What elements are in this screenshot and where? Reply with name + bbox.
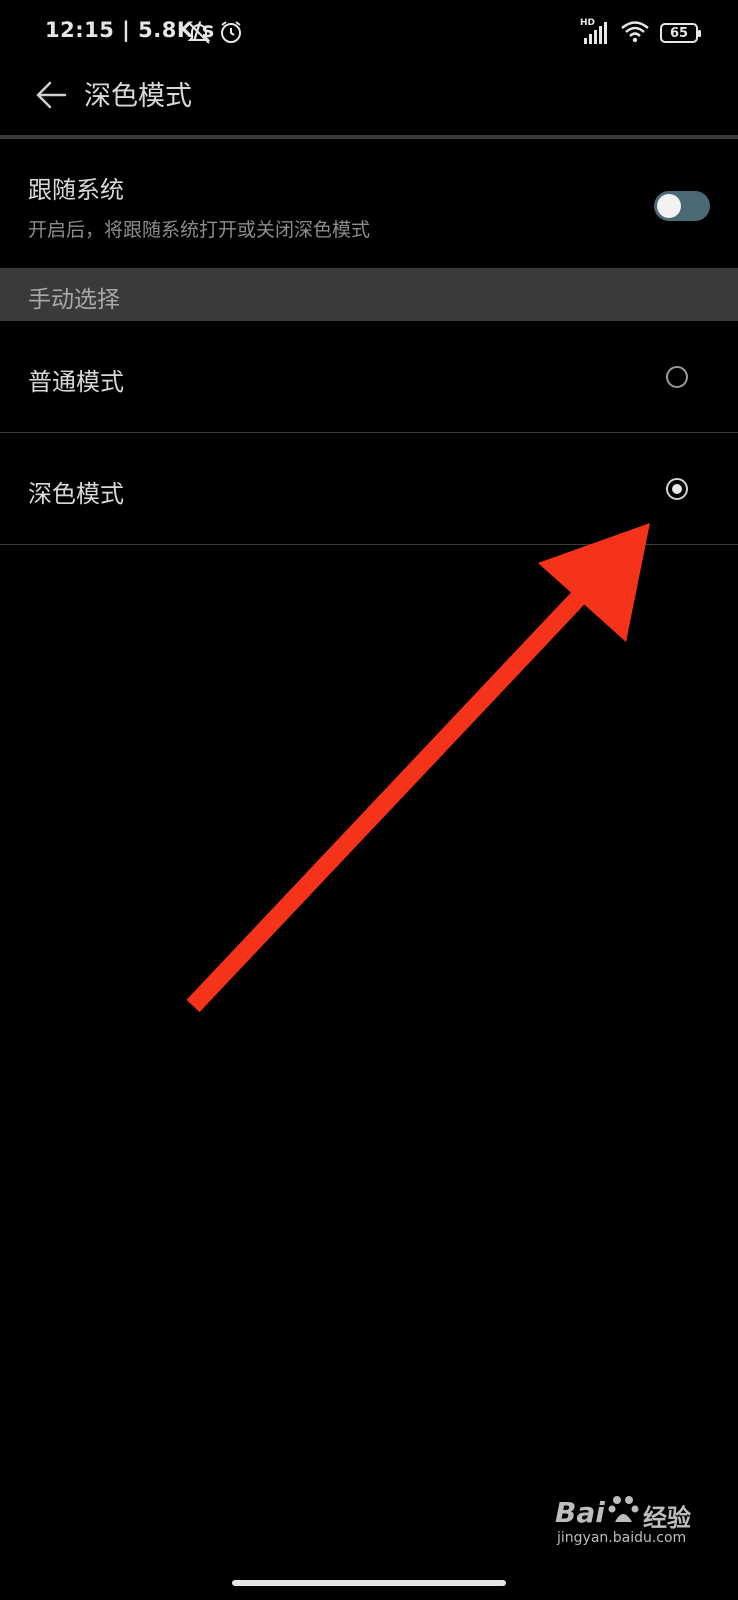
option-dark-label: 深色模式 xyxy=(28,480,124,508)
follow-system-title: 跟随系统 xyxy=(28,176,124,204)
follow-system-toggle[interactable] xyxy=(654,191,710,221)
watermark-url: jingyan.baidu.com xyxy=(557,1530,687,1546)
status-icons: HD 65 xyxy=(580,18,701,48)
wifi-icon xyxy=(620,19,650,47)
mute-bell-icon xyxy=(186,20,212,50)
watermark-brand-left: Bai xyxy=(555,1496,605,1529)
dark-mode-radio[interactable] xyxy=(666,478,688,500)
page-title: 深色模式 xyxy=(84,81,192,112)
header-divider xyxy=(0,135,738,139)
back-button[interactable] xyxy=(34,78,68,112)
paw-icon xyxy=(607,1492,641,1530)
follow-system-description: 开启后，将跟随系统打开或关闭深色模式 xyxy=(28,219,371,241)
baidu-jingyan-watermark: Bai 经验 jingyan.baidu.com xyxy=(555,1490,705,1550)
section-label: 手动选择 xyxy=(28,287,120,313)
battery-level: 65 xyxy=(669,25,689,41)
manual-section-header: 手动选择 xyxy=(0,268,738,321)
normal-mode-radio[interactable] xyxy=(666,366,688,388)
battery-icon: 65 xyxy=(660,23,701,43)
option-normal-label: 普通模式 xyxy=(28,368,124,396)
arrow-left-icon xyxy=(36,81,67,109)
divider xyxy=(0,544,738,545)
watermark-brand-right: 经验 xyxy=(643,1504,691,1532)
toggle-knob xyxy=(657,194,681,218)
alarm-clock-icon xyxy=(218,19,244,49)
signal-icon: HD xyxy=(580,18,610,46)
home-indicator[interactable] xyxy=(232,1580,506,1586)
radio-selected-dot xyxy=(672,484,682,494)
